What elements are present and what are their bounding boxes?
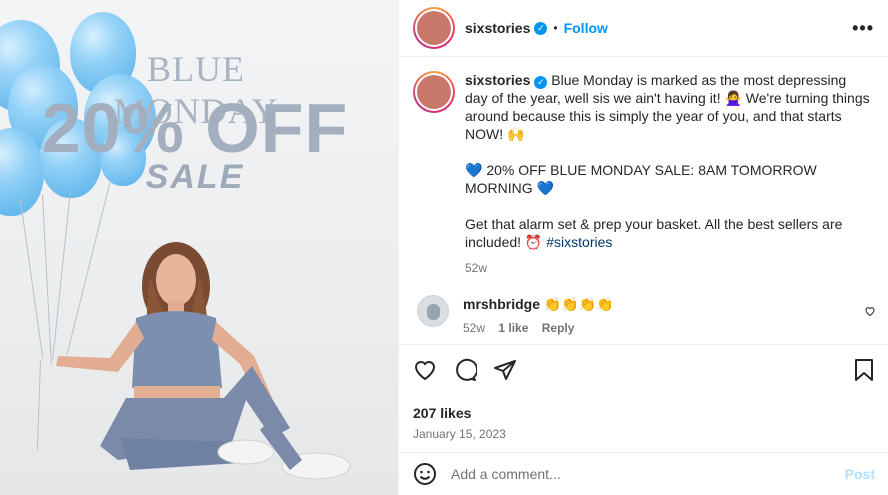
post-comment-button[interactable]: Post — [845, 466, 875, 482]
more-options-icon[interactable]: ••• — [852, 18, 874, 39]
post-panel: sixstories ✓ • Follow ••• sixstories ✓ Bl… — [398, 0, 888, 495]
hashtag-link[interactable]: #sixstories — [546, 234, 612, 250]
avatar-image — [417, 11, 451, 45]
post-actions: 207 likes January 15, 2023 — [399, 344, 888, 441]
action-bar — [413, 355, 875, 385]
post-image[interactable]: BLUE MONDAY 20% OFF SALE — [0, 0, 398, 495]
verified-badge-icon: ✓ — [534, 75, 548, 89]
comment-time[interactable]: 52w — [463, 321, 485, 335]
comment-bubble-icon[interactable] — [453, 358, 477, 382]
post-header: sixstories ✓ • Follow ••• — [399, 0, 888, 57]
model-figure — [56, 242, 351, 480]
caption-avatar[interactable] — [413, 71, 455, 113]
caption-text: sixstories ✓ Blue Monday is marked as the… — [465, 71, 872, 251]
comment-body: 👏👏👏👏 — [543, 296, 614, 312]
share-send-icon[interactable] — [493, 358, 517, 382]
add-comment-input[interactable] — [451, 466, 845, 482]
commenter-avatar[interactable] — [417, 295, 449, 327]
promo-discount: 20% OFF — [41, 89, 349, 167]
post-body: sixstories ✓ Blue Monday is marked as the… — [399, 57, 888, 335]
emoji-smiley-icon[interactable] — [413, 462, 437, 486]
comment-likes[interactable]: 1 like — [498, 321, 528, 335]
comment-text: mrshbridge 👏👏👏👏 — [463, 295, 614, 313]
verified-badge-icon: ✓ — [534, 21, 548, 35]
comment-reply-button[interactable]: Reply — [542, 321, 575, 335]
like-heart-icon[interactable] — [413, 358, 437, 382]
save-bookmark-icon[interactable] — [853, 358, 875, 382]
separator-dot: • — [553, 21, 558, 35]
promo-sale: SALE — [145, 158, 245, 196]
post-date: January 15, 2023 — [413, 427, 506, 441]
caption-paragraph-3: Get that alarm set & prep your basket. A… — [465, 216, 843, 250]
header-username[interactable]: sixstories — [465, 20, 530, 36]
add-comment-bar: Post — [399, 452, 888, 495]
comment-meta: 52w 1 like Reply — [463, 321, 614, 335]
profile-avatar[interactable] — [413, 7, 455, 49]
caption-timestamp[interactable]: 52w — [465, 261, 872, 275]
avatar-image — [417, 75, 451, 109]
caption-username[interactable]: sixstories — [465, 72, 530, 88]
caption: sixstories ✓ Blue Monday is marked as the… — [413, 71, 872, 251]
comment-username[interactable]: mrshbridge — [463, 296, 540, 312]
caption-paragraph-2: 💙 20% OFF BLUE MONDAY SALE: 8AM TOMORROW… — [465, 162, 817, 196]
comment-item: mrshbridge 👏👏👏👏 52w 1 like Reply — [413, 295, 875, 335]
likes-count[interactable]: 207 likes — [413, 405, 875, 421]
comment-like-heart-icon[interactable] — [864, 305, 876, 320]
follow-button[interactable]: Follow — [564, 20, 608, 36]
